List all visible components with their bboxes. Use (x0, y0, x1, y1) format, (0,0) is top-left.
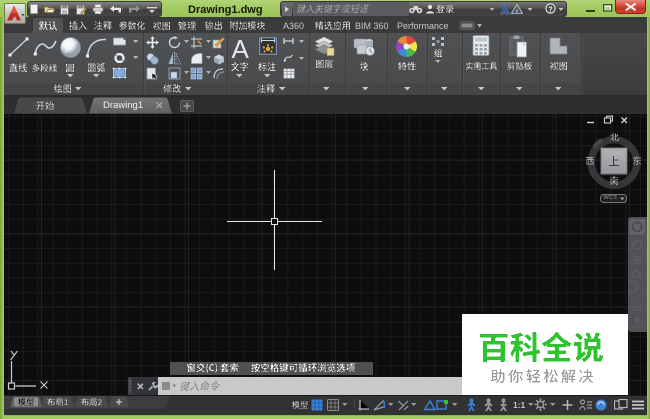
svg-text:?: ? (548, 4, 553, 13)
